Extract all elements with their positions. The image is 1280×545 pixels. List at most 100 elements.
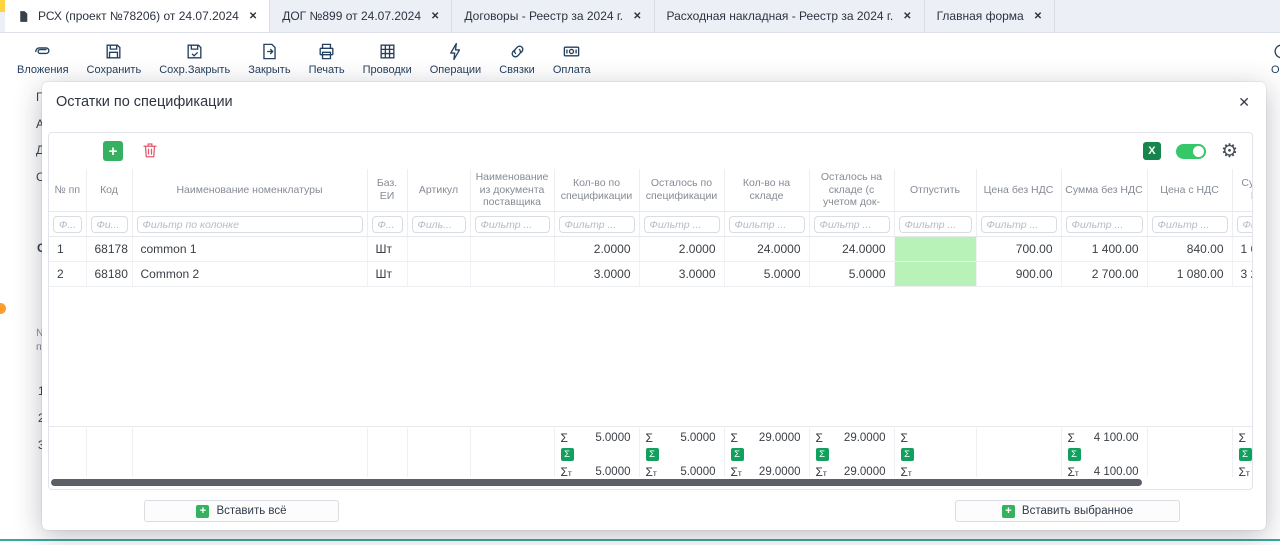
tab-label: Договоры - Реестр за 2024 г. [464, 9, 623, 23]
sum-mode-icon[interactable]: Σ [901, 448, 914, 461]
sum-filtered-line: Σт4 100.00 [1062, 463, 1147, 477]
print-button[interactable]: Печать [300, 34, 354, 80]
main-toolbar: Вложения Сохранить Сохр.ЗакрытьЗакрытьПеча… [0, 34, 1280, 80]
tab-close-icon[interactable]: ✕ [431, 11, 439, 22]
tab-close-icon[interactable]: ✕ [1034, 11, 1042, 22]
cell-qty-spec: 3.0000 [554, 262, 639, 287]
sum-mode-icon[interactable]: Σ [1068, 448, 1081, 461]
close-button[interactable]: Закрыть [239, 34, 299, 80]
tab-item[interactable]: ДОГ №899 от 24.07.2024✕ [270, 0, 452, 32]
insert-all-button[interactable]: + Вставить всё [144, 500, 339, 522]
column-header-supplier-doc[interactable]: Наименование из документа поставщика [470, 169, 554, 211]
sum-mode-icon[interactable]: Σ [816, 448, 829, 461]
table-row[interactable]: 168178common 1Шт2.00002.000024.000024.00… [49, 237, 1252, 262]
column-filter-input[interactable] [1152, 216, 1228, 233]
column-filter-input[interactable] [644, 216, 720, 233]
insert-selected-button[interactable]: + Вставить выбранное [955, 500, 1180, 522]
column-header-unit[interactable]: Баз. ЕИ [367, 169, 407, 211]
trash-icon [141, 147, 159, 162]
plus-icon: + [196, 505, 209, 518]
column-header-code[interactable]: Код [86, 169, 132, 211]
gear-icon[interactable]: ⚙ [1221, 142, 1238, 161]
sigma-icon: Σ [1068, 431, 1075, 445]
column-filter-input[interactable] [981, 216, 1057, 233]
links-button[interactable]: Связки [490, 34, 544, 80]
operations-button[interactable]: Операции [421, 34, 490, 80]
tab-item[interactable]: Расходная накладная - Реестр за 2024 г. ✕ [655, 0, 925, 32]
column-filter-input[interactable] [53, 216, 82, 233]
scrollbar-thumb[interactable] [51, 479, 1142, 486]
toolbar-label: Сохранить [87, 64, 142, 76]
column-filter-input[interactable] [814, 216, 890, 233]
header-row: № ппКодНаименование номенклатурыБаз. ЕИА… [49, 169, 1252, 211]
column-header-qty-stock[interactable]: Кол-во на складе [724, 169, 809, 211]
dialog-close-icon[interactable]: ✕ [1238, 95, 1250, 109]
cell-article [407, 237, 470, 262]
payment-icon [562, 42, 581, 61]
sum-mode-icon[interactable]: Σ [1239, 448, 1252, 461]
cell-price-no-vat: 700.00 [976, 237, 1061, 262]
column-filter-input[interactable] [372, 216, 403, 233]
tab-active[interactable]: РСХ (проект №78206) от 24.07.2024✕ [5, 0, 270, 32]
totals-sum-no-vat: Σ4 100.00ΣΣт4 100.00 [1061, 427, 1147, 477]
dialog-header: Остатки по спецификации ✕ [42, 82, 1266, 116]
sum-mode-icon[interactable]: Σ [561, 448, 574, 461]
toolbar-label: Проводки [363, 64, 412, 76]
column-header-price-vat[interactable]: Цена с НДС [1147, 169, 1232, 211]
sum-mode-icon[interactable]: Σ [646, 448, 659, 461]
column-header-left-spec[interactable]: Осталось по спецификации [639, 169, 724, 211]
sum-mode-icon[interactable]: Σ [731, 448, 744, 461]
tab-item[interactable]: Главная форма✕ [925, 0, 1056, 32]
sum-filtered-line: Σт29.0000 [725, 463, 809, 477]
tab-close-icon[interactable]: ✕ [249, 11, 257, 22]
save-button[interactable]: Сохранить [78, 34, 151, 80]
sigma-icon: Σ [816, 431, 823, 445]
column-filter-input[interactable] [475, 216, 550, 233]
column-header-name[interactable]: Наименование номенклатуры [132, 169, 367, 211]
column-header-release[interactable]: Отпустить [894, 169, 976, 211]
column-header-article[interactable]: Артикул [407, 169, 470, 211]
column-filter-input[interactable] [559, 216, 635, 233]
cell-left-spec: 3.0000 [639, 262, 724, 287]
delete-row-button[interactable] [140, 141, 160, 161]
column-filter-input[interactable] [899, 216, 972, 233]
column-filter-input[interactable] [91, 216, 128, 233]
totals-sum-vat: ΣΣΣт [1232, 427, 1252, 477]
column-header-qty-spec[interactable]: Кол-во по спецификации [554, 169, 639, 211]
column-header-price-no-vat[interactable]: Цена без НДС [976, 169, 1061, 211]
cell-left-spec: 2.0000 [639, 237, 724, 262]
plus-icon: + [1002, 505, 1015, 518]
insert-selected-label: Вставить выбранное [1022, 505, 1133, 517]
column-filter-input[interactable] [412, 216, 466, 233]
postings-icon [378, 42, 397, 61]
table-row[interactable]: 268180Common 2Шт3.00003.00005.00005.0000… [49, 262, 1252, 287]
sum-filtered-line: Σт [1233, 463, 1253, 477]
toolbar-label: Операции [430, 64, 481, 76]
toolbar-label: Обн [1271, 64, 1280, 76]
column-filter-input[interactable] [1066, 216, 1143, 233]
tab-item[interactable]: Договоры - Реестр за 2024 г. ✕ [452, 0, 654, 32]
tab-close-icon[interactable]: ✕ [633, 11, 641, 22]
column-filter-input[interactable] [137, 216, 363, 233]
grid-toggle[interactable] [1176, 144, 1206, 159]
cell-name: common 1 [132, 237, 367, 262]
column-filter-input[interactable] [729, 216, 805, 233]
add-row-button[interactable]: + [103, 141, 123, 161]
column-header-sum-vat[interactable]: Сумма с НДС [1232, 169, 1252, 211]
column-header-left-stock[interactable]: Осталось на складе (с учетом док- [809, 169, 894, 211]
attachments-button[interactable]: Вложения [8, 34, 78, 80]
column-header-num[interactable]: № пп [49, 169, 86, 211]
column-filter-input[interactable] [1237, 216, 1253, 233]
payment-button[interactable]: Оплата [544, 34, 600, 80]
tab-close-icon[interactable]: ✕ [903, 11, 911, 22]
sigma-filtered-icon: Σт [901, 465, 912, 477]
column-header-sum-no-vat[interactable]: Сумма без НДС [1061, 169, 1147, 211]
excel-export-icon[interactable]: X [1143, 142, 1161, 160]
dialog-title: Остатки по спецификации [56, 94, 233, 110]
postings-button[interactable]: Проводки [354, 34, 421, 80]
sigma-filtered-icon: Σт [646, 465, 657, 477]
refresh-button[interactable]: Обн [1262, 34, 1280, 76]
tab-label: Расходная накладная - Реестр за 2024 г. [667, 9, 894, 23]
save-close-button[interactable]: Сохр.Закрыть [150, 34, 239, 80]
totals-empty [86, 427, 132, 477]
